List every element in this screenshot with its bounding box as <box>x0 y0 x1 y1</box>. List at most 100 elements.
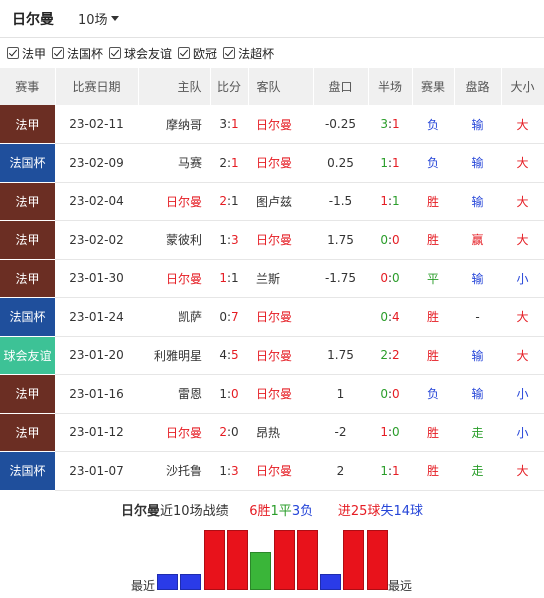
col-over-under: 大小 <box>501 68 544 105</box>
table-row: 法甲 23-02-02 蒙彼利 1:3 日尔曼 1.75 0:0 胜赢大 <box>0 220 544 260</box>
chevron-down-icon <box>110 16 119 21</box>
home-team[interactable]: 摩纳哥 <box>138 105 210 144</box>
result-cell: 胜 <box>412 297 454 337</box>
date-cell: 23-02-09 <box>55 143 138 183</box>
summary-goals-for: 进25球 <box>337 504 381 519</box>
col-handicap: 盘口 <box>313 68 369 105</box>
over-under-cell: 小 <box>501 259 544 298</box>
over-under-cell: 大 <box>501 220 544 260</box>
over-under-cell: 大 <box>501 297 544 337</box>
home-team[interactable]: 利雅明星 <box>138 336 210 375</box>
table-row: 法甲 23-02-11 摩纳哥 3:1 日尔曼 -0.25 3:1 负输大 <box>0 105 544 144</box>
date-cell: 23-02-04 <box>55 182 138 221</box>
summary-wins: 6胜 <box>249 504 271 519</box>
home-team[interactable]: 沙托鲁 <box>138 451 210 491</box>
handicap-cell: -0.25 <box>313 105 368 144</box>
filter-coupe-de-france[interactable]: 法国杯 <box>52 45 103 62</box>
away-team[interactable]: 昂热 <box>248 413 313 452</box>
result-cell: 负 <box>412 374 454 414</box>
trend-label-recent: 最近 <box>131 579 156 593</box>
home-team[interactable]: 雷恩 <box>138 374 210 414</box>
away-team[interactable]: 日尔曼 <box>248 336 313 375</box>
home-team[interactable]: 蒙彼利 <box>138 220 210 260</box>
trend-bar <box>203 530 225 590</box>
col-home: 主队 <box>138 68 211 105</box>
summary-team: 日尔曼 <box>121 504 161 519</box>
table-row: 法国杯 23-01-24 凯萨 0:7 日尔曼 0:4 胜 - 大 <box>0 297 544 337</box>
halftime-cell: 3:1 <box>368 105 412 144</box>
halftime-cell: 1:1 <box>368 451 412 491</box>
table-row: 球会友谊 23-01-20 利雅明星 4:5 日尔曼 1.75 2:2 胜输大 <box>0 336 544 375</box>
away-team[interactable]: 日尔曼 <box>248 220 313 260</box>
checkbox-checked-icon[interactable] <box>223 47 236 59</box>
over-under-cell: 大 <box>501 143 544 183</box>
handicap-cell: -2 <box>313 413 368 452</box>
trend-bar <box>157 574 178 590</box>
event-cell[interactable]: 球会友谊 <box>0 336 55 375</box>
filter-friendly[interactable]: 球会友谊 <box>109 45 172 62</box>
event-cell[interactable]: 法国杯 <box>0 143 55 183</box>
home-team[interactable]: 凯萨 <box>138 297 210 337</box>
handicap-cell: -1.5 <box>313 182 368 221</box>
team-title: 日尔曼 <box>12 11 54 28</box>
away-team[interactable]: 日尔曼 <box>248 451 313 491</box>
halftime-cell: 1:0 <box>368 413 412 452</box>
away-team[interactable]: 图卢兹 <box>248 182 313 221</box>
event-cell[interactable]: 法国杯 <box>0 297 55 337</box>
score-cell: 1:0 <box>210 374 248 414</box>
filter-label: 法超杯 <box>238 46 275 61</box>
result-cell: 平 <box>412 259 454 298</box>
summary-goals-against: 失14球 <box>380 504 423 519</box>
result-cell: 胜 <box>412 336 454 375</box>
event-cell[interactable]: 法甲 <box>0 182 55 221</box>
event-cell[interactable]: 法甲 <box>0 413 55 452</box>
col-date: 比赛日期 <box>55 68 139 105</box>
over-under-cell: 大 <box>501 105 544 144</box>
table-row: 法国杯 23-01-07 沙托鲁 1:3 日尔曼 2 1:1 胜走大 <box>0 451 544 491</box>
checkbox-checked-icon[interactable] <box>52 47 65 59</box>
checkbox-checked-icon[interactable] <box>7 47 19 59</box>
score-cell: 2:0 <box>210 413 248 452</box>
date-cell: 23-01-16 <box>55 374 138 414</box>
home-team[interactable]: 马赛 <box>138 143 210 183</box>
event-cell[interactable]: 法甲 <box>0 374 55 414</box>
event-cell[interactable]: 法甲 <box>0 220 55 260</box>
away-team[interactable]: 日尔曼 <box>248 374 313 414</box>
filter-ligue1[interactable]: 法甲 <box>7 45 46 62</box>
away-team[interactable]: 日尔曼 <box>248 143 313 183</box>
handicap-cell: 1 <box>313 374 368 414</box>
form-trend-chart: 最近 最远 <box>0 520 544 598</box>
away-team[interactable]: 日尔曼 <box>248 297 313 337</box>
result-cell: 胜 <box>412 220 454 260</box>
score-cell: 3:1 <box>210 105 248 144</box>
event-cell[interactable]: 法甲 <box>0 105 55 144</box>
home-team[interactable]: 日尔曼 <box>138 413 210 452</box>
cover-cell: 输 <box>454 259 501 298</box>
filter-super-cup[interactable]: 法超杯 <box>223 45 274 62</box>
summary-label: 近10场战绩 <box>160 504 229 519</box>
table-row: 法甲 23-01-30 日尔曼 1:1 兰斯 -1.75 0:0 平输小 <box>0 259 544 298</box>
table-row: 法甲 23-01-16 雷恩 1:0 日尔曼 1 0:0 负输小 <box>0 374 544 414</box>
col-event: 赛事 <box>0 68 56 105</box>
event-cell[interactable]: 法甲 <box>0 259 55 298</box>
date-cell: 23-01-30 <box>55 259 138 298</box>
away-team[interactable]: 日尔曼 <box>248 105 313 144</box>
filter-label: 欧冠 <box>193 46 218 61</box>
checkbox-checked-icon[interactable] <box>178 47 191 59</box>
trend-bar <box>366 530 388 590</box>
trend-bar <box>343 530 365 590</box>
checkbox-checked-icon[interactable] <box>109 47 122 59</box>
date-cell: 23-01-07 <box>55 451 138 491</box>
trend-bar <box>273 530 295 590</box>
filter-champions-league[interactable]: 欧冠 <box>178 45 217 62</box>
home-team[interactable]: 日尔曼 <box>138 259 210 298</box>
match-count-dropdown[interactable]: 10场 <box>78 9 119 28</box>
away-team[interactable]: 兰斯 <box>248 259 313 298</box>
score-cell: 4:5 <box>210 336 248 375</box>
result-cell: 负 <box>412 143 454 183</box>
competition-filters: 法甲 法国杯 球会友谊 欧冠 法超杯 <box>0 38 544 68</box>
table-row: 法甲 23-02-04 日尔曼 2:1 图卢兹 -1.5 1:1 胜输大 <box>0 182 544 221</box>
home-team[interactable]: 日尔曼 <box>138 182 210 221</box>
event-cell[interactable]: 法国杯 <box>0 451 55 491</box>
over-under-cell: 小 <box>501 413 544 452</box>
